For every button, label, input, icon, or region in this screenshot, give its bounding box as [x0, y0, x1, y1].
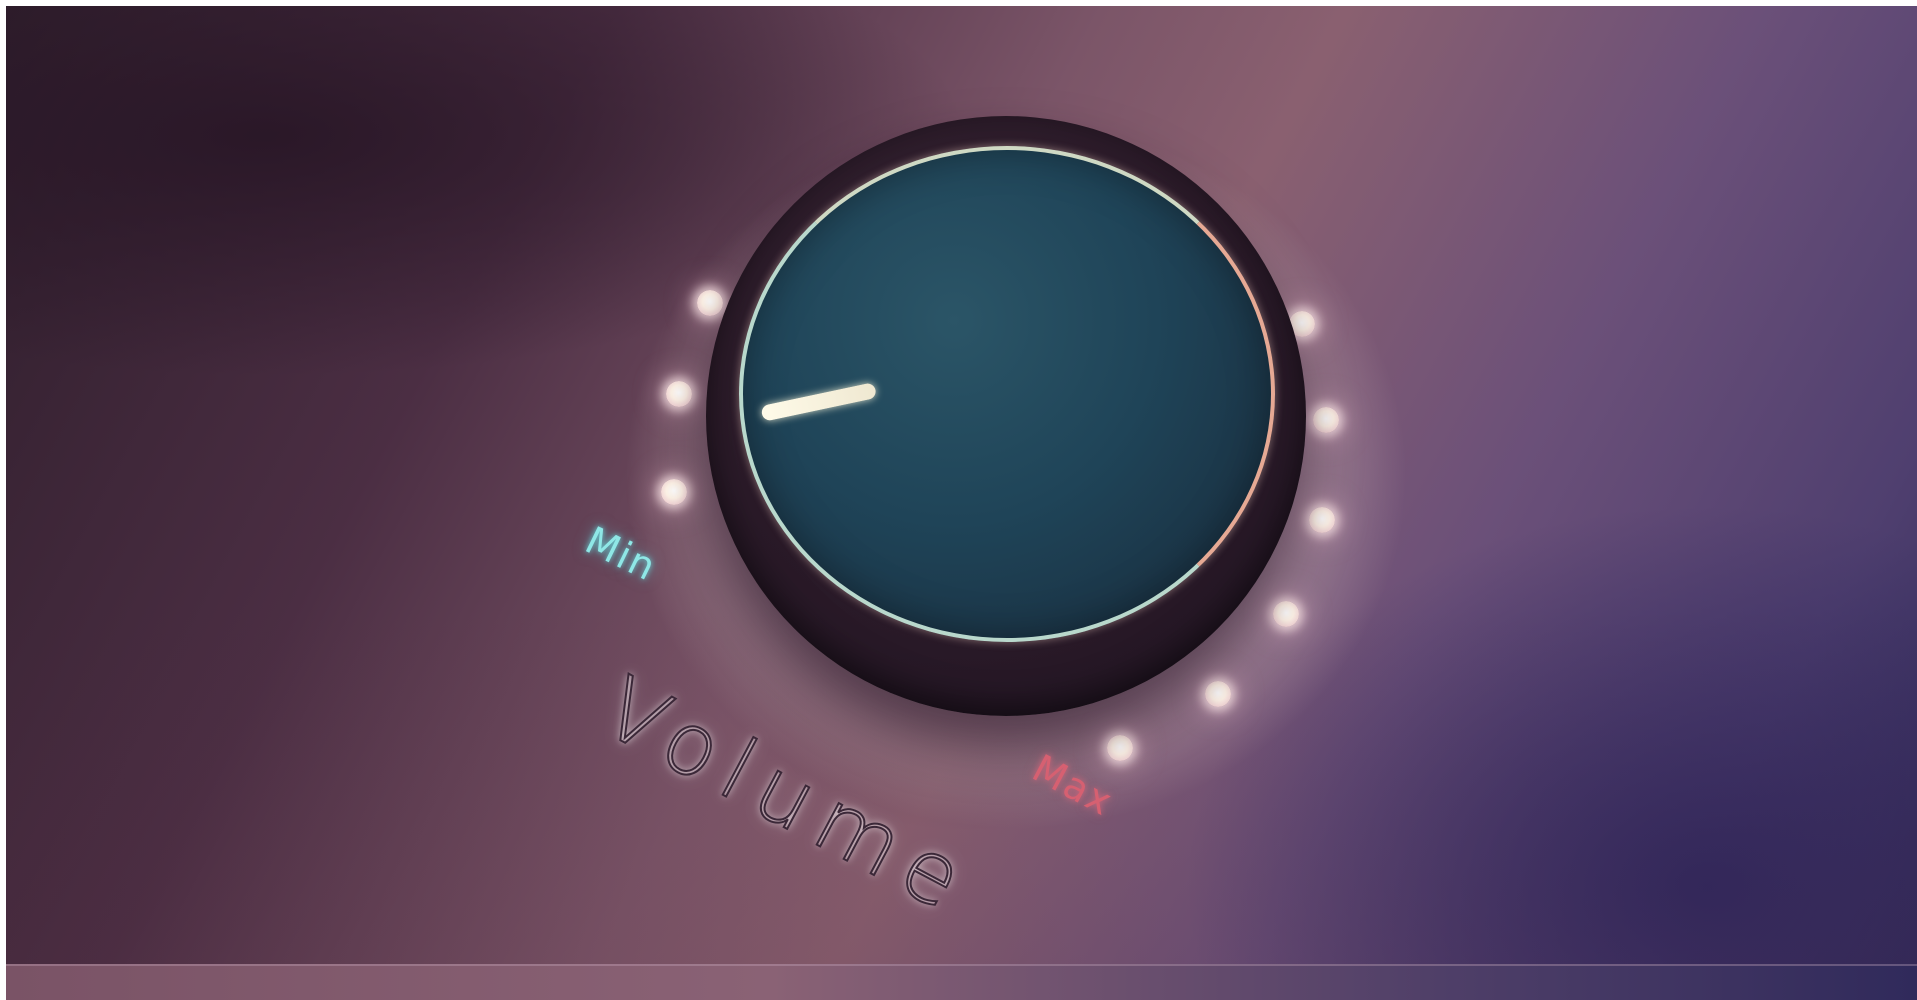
led-dot-2 [666, 381, 692, 407]
led-dot-5 [1313, 407, 1339, 433]
bottom-band [6, 964, 1917, 1000]
led-dot-6 [1309, 507, 1335, 533]
led-dot-1 [697, 290, 723, 316]
led-dot-7 [1273, 601, 1299, 627]
led-dot-3 [661, 479, 687, 505]
volume-scene: Min Max Volume [6, 6, 1917, 1000]
led-dot-8 [1205, 681, 1231, 707]
led-dot-9 [1107, 735, 1133, 761]
